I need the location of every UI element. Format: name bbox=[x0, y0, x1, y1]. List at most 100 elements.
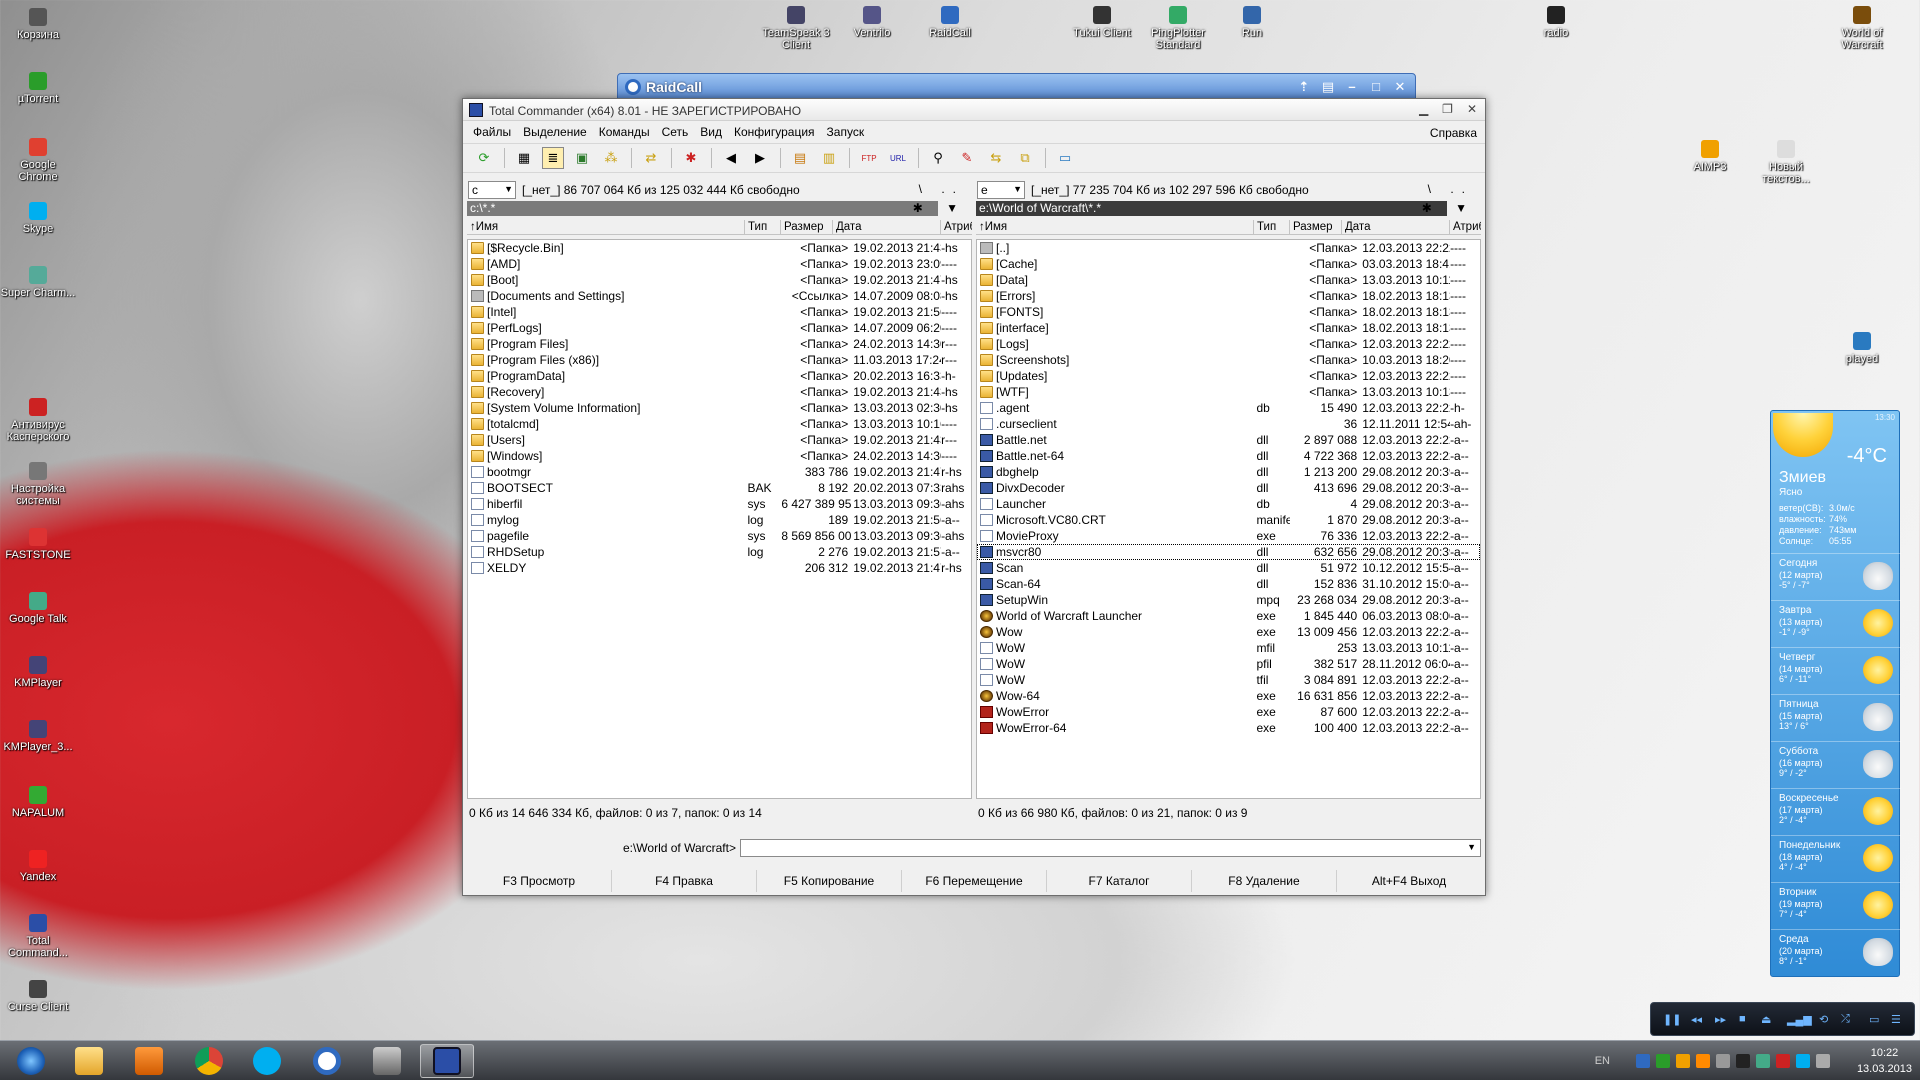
file-row[interactable]: Microsoft.VC80.CRTmanifest 1 870 29.08.201… bbox=[977, 512, 1480, 528]
forward-arrow-icon[interactable]: ▶ bbox=[749, 147, 771, 169]
file-row[interactable]: [PerfLogs] <Папка> 14.07.2009 06:20 ---- bbox=[468, 320, 971, 336]
left-root-buttons[interactable]: \ .. bbox=[919, 182, 964, 196]
file-row[interactable]: [$Recycle.Bin] <Папка> 19.02.2013 21:43 -hs bbox=[468, 240, 971, 256]
menu-configuration[interactable]: Конфигурация bbox=[734, 125, 823, 139]
f8-delete-button[interactable]: F8 Удаление bbox=[1192, 870, 1337, 892]
weather-widget[interactable]: 13:30 -4°C Змиев Ясно ветер(СВ): 3.0м/с вл… bbox=[1770, 410, 1901, 977]
multi-rename-icon[interactable]: ✎ bbox=[956, 147, 978, 169]
file-row[interactable]: [Data] <Папка> 13.03.2013 10:11 ---- bbox=[977, 272, 1480, 288]
file-row[interactable]: WowError-64 exe 100 400 12.03.2013 22:22 -a-… bbox=[977, 720, 1480, 736]
forecast-day[interactable]: Понедельник (18 марта) 4° / -4° bbox=[1771, 835, 1901, 881]
desktop-icon[interactable]: radio bbox=[1518, 6, 1594, 39]
file-row[interactable]: WoW tfil 3 084 891 12.03.2013 22:22 -a-- bbox=[977, 672, 1480, 688]
clock[interactable]: 10:22 13.03.2013 bbox=[1857, 1045, 1912, 1077]
file-row[interactable]: DivxDecoder dll 413 696 29.08.2012 20:39 -a-… bbox=[977, 480, 1480, 496]
altf4-exit-button[interactable]: Alt+F4 Выход bbox=[1337, 870, 1481, 892]
file-row[interactable]: Launcher db 4 29.08.2012 20:39 -a-- bbox=[977, 496, 1480, 512]
raidcall-maximize-button[interactable]: □ bbox=[1369, 79, 1383, 95]
file-row[interactable]: SetupWin mpq 23 268 034 29.08.2012 20:39 -a-… bbox=[977, 592, 1480, 608]
shuffle-icon[interactable]: ⤮ bbox=[1841, 1013, 1850, 1026]
file-row[interactable]: [Users] <Папка> 19.02.2013 21:43 r--- bbox=[468, 432, 971, 448]
desktop-icon[interactable]: Google Chrome bbox=[0, 138, 76, 183]
right-root-buttons[interactable]: \ .. bbox=[1428, 182, 1473, 196]
taskbar-chrome[interactable] bbox=[182, 1044, 236, 1078]
file-row[interactable]: [Logs] <Папка> 12.03.2013 22:22 ---- bbox=[977, 336, 1480, 352]
right-history-buttons[interactable]: ✱ ▼ bbox=[1422, 201, 1477, 216]
file-row[interactable]: [interface] <Папка> 18.02.2013 18:13 ---- bbox=[977, 320, 1480, 336]
col-date[interactable]: Дата bbox=[833, 220, 941, 234]
refresh-icon[interactable]: ⟳ bbox=[473, 147, 495, 169]
settings-icon[interactable]: ☰ bbox=[1891, 1013, 1901, 1026]
file-row[interactable]: [totalcmd] <Папка> 13.03.2013 10:16 ---- bbox=[468, 416, 971, 432]
col-attr[interactable]: Атриб bbox=[941, 220, 972, 234]
raidcall-menu-icon[interactable]: ▤ bbox=[1321, 79, 1335, 95]
file-row[interactable]: Wow-64 exe 16 631 856 12.03.2013 22:22 -a-- bbox=[977, 688, 1480, 704]
file-row[interactable]: MovieProxy exe 76 336 12.03.2013 22:22 -a-- bbox=[977, 528, 1480, 544]
desktop-icon[interactable]: Google Talk bbox=[0, 592, 76, 625]
file-row[interactable]: [FONTS] <Папка> 18.02.2013 18:13 ---- bbox=[977, 304, 1480, 320]
file-row[interactable]: dbghelp dll 1 213 200 29.08.2012 20:39 -a-- bbox=[977, 464, 1480, 480]
taskbar-explorer[interactable] bbox=[62, 1044, 116, 1078]
talk-tray-icon[interactable] bbox=[1756, 1054, 1770, 1068]
desktop-icon[interactable]: World of Warcraft bbox=[1824, 6, 1900, 51]
file-row[interactable]: [Program Files] <Папка> 24.02.2013 14:30 r-… bbox=[468, 336, 971, 352]
left-drive-select[interactable]: c ▼ bbox=[468, 181, 516, 199]
file-row[interactable]: [System Volume Information] <Папка> 13.03.… bbox=[468, 400, 971, 416]
file-row[interactable]: [Boot] <Папка> 19.02.2013 21:47 -hs bbox=[468, 272, 971, 288]
desktop-icon[interactable]: PingPlotter Standard bbox=[1140, 6, 1216, 51]
file-row[interactable]: Battle.net dll 2 897 088 12.03.2013 22:22 -a… bbox=[977, 432, 1480, 448]
next-icon[interactable]: ▸▸ bbox=[1715, 1013, 1726, 1026]
antivirus-tray-icon[interactable] bbox=[1776, 1054, 1790, 1068]
file-row[interactable]: WoW pfil 382 517 28.11.2012 06:04 -a-- bbox=[977, 656, 1480, 672]
desktop-icon[interactable]: KMPlayer bbox=[0, 656, 76, 689]
file-row[interactable]: RHDSetup log 2 276 19.02.2013 21:57 -a-- bbox=[468, 544, 971, 560]
f4-edit-button[interactable]: F4 Правка bbox=[612, 870, 757, 892]
forecast-day[interactable]: Завтра (13 марта) -1° / -9° bbox=[1771, 600, 1901, 646]
desktop-icon[interactable]: Super Charm... bbox=[0, 266, 76, 299]
f6-move-button[interactable]: F6 Перемещение bbox=[902, 870, 1047, 892]
tc-maximize-button[interactable]: ❐ bbox=[1442, 102, 1453, 116]
forecast-day[interactable]: Вторник (19 марта) 7° / -4° bbox=[1771, 882, 1901, 928]
file-row[interactable]: WowError exe 87 600 12.03.2013 22:22 -a-- bbox=[977, 704, 1480, 720]
equalizer-icon[interactable]: ▂▄▆ bbox=[1787, 1013, 1812, 1026]
taskbar-media-player[interactable] bbox=[122, 1044, 176, 1078]
forecast-day[interactable]: Среда (20 марта) 8° / -1° bbox=[1771, 929, 1901, 975]
col-type[interactable]: Тип bbox=[745, 220, 781, 234]
eject-icon[interactable]: ⏏ bbox=[1761, 1013, 1771, 1026]
file-row[interactable]: pagefile sys 8 569 856 000 13.03.2013 09:36… bbox=[468, 528, 971, 544]
desktop-icon[interactable]: KMPlayer_3... bbox=[0, 720, 76, 753]
col-attr[interactable]: Атриб bbox=[1450, 220, 1481, 234]
taskbar-skype[interactable] bbox=[240, 1044, 294, 1078]
file-row[interactable]: mylog log 189 19.02.2013 21:56 -a-- bbox=[468, 512, 971, 528]
tc-minimize-button[interactable]: ▁ bbox=[1419, 102, 1428, 116]
file-row[interactable]: [Windows] <Папка> 24.02.2013 14:30 ---- bbox=[468, 448, 971, 464]
f3-view-button[interactable]: F3 Просмотр bbox=[467, 870, 612, 892]
file-row[interactable]: msvcr80 dll 632 656 29.08.2012 20:39 -a-- bbox=[977, 544, 1480, 560]
desktop-icon[interactable]: Yandex bbox=[0, 850, 76, 883]
f5-copy-button[interactable]: F5 Копирование bbox=[757, 870, 902, 892]
col-date[interactable]: Дата bbox=[1342, 220, 1450, 234]
desktop-icon[interactable]: FASTSTONE bbox=[0, 528, 76, 561]
right-file-list[interactable]: [..] <Папка> 12.03.2013 22:22 ---- [Cache] <П… bbox=[976, 239, 1481, 799]
left-history-buttons[interactable]: ✱ ▼ bbox=[913, 201, 968, 216]
desktop-icon[interactable]: Настройка системы bbox=[0, 462, 76, 507]
col-name[interactable]: ↑Имя bbox=[467, 220, 745, 234]
file-row[interactable]: WoW mfil 253 13.03.2013 10:11 -a-- bbox=[977, 640, 1480, 656]
f7-mkdir-button[interactable]: F7 Каталог bbox=[1047, 870, 1192, 892]
desktop-icon[interactable]: Новый текстов... bbox=[1748, 140, 1824, 185]
col-size[interactable]: Размер bbox=[781, 220, 833, 234]
file-row[interactable]: .agent db 15 490 12.03.2013 22:22 -h- bbox=[977, 400, 1480, 416]
menu-help[interactable]: Справка bbox=[1430, 126, 1477, 140]
forecast-day[interactable]: Четверг (14 марта) 6° / -11° bbox=[1771, 647, 1901, 693]
taskbar-total-commander[interactable] bbox=[420, 1044, 474, 1078]
file-row[interactable]: Wow exe 13 009 456 12.03.2013 22:22 -a-- bbox=[977, 624, 1480, 640]
col-name[interactable]: ↑Имя bbox=[976, 220, 1254, 234]
tc-close-button[interactable]: ✕ bbox=[1467, 102, 1477, 116]
taskbar-app[interactable] bbox=[360, 1044, 414, 1078]
menu-commands[interactable]: Команды bbox=[599, 125, 658, 139]
desktop-icon[interactable]: Tukui Client bbox=[1064, 6, 1140, 39]
unpack-icon[interactable]: ▥ bbox=[818, 147, 840, 169]
desktop-icon[interactable]: Корзина bbox=[0, 8, 76, 41]
right-path[interactable]: e:\World of Warcraft\*.* ✱ ▼ bbox=[976, 201, 1467, 216]
file-row[interactable]: BOOTSECT BAK 8 192 20.02.2013 07:33 rahs bbox=[468, 480, 971, 496]
